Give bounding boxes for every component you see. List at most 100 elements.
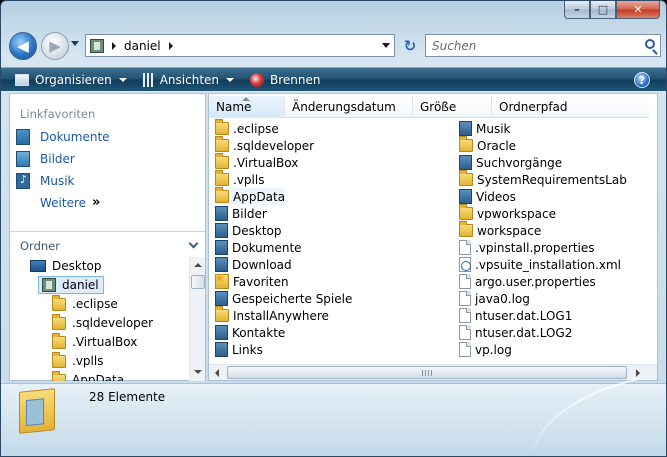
file-item[interactable]: .vpsuite_installation.xml bbox=[459, 256, 621, 273]
folder-icon bbox=[215, 187, 229, 203]
folder-icon bbox=[52, 294, 66, 311]
address-dropdown-icon[interactable] bbox=[382, 43, 390, 48]
burn-label: Brennen bbox=[270, 72, 321, 87]
folder-icon bbox=[459, 136, 473, 152]
file-item[interactable]: Dokumente bbox=[215, 239, 302, 256]
folders-header[interactable]: Ordner bbox=[10, 231, 205, 257]
favorite-link-pictures[interactable]: Bilder bbox=[16, 151, 75, 167]
file-item[interactable]: InstallAnywhere bbox=[215, 306, 329, 324]
file-item[interactable]: .vpinstall.properties bbox=[459, 239, 595, 256]
file-item[interactable]: .VirtualBox bbox=[215, 153, 298, 171]
column-header-name[interactable]: Name bbox=[209, 96, 285, 118]
forward-button[interactable]: ▶ bbox=[41, 32, 69, 60]
file-item[interactable]: Bilder bbox=[215, 205, 267, 222]
scrollbar-thumb[interactable] bbox=[227, 366, 627, 379]
folder-icon bbox=[52, 370, 66, 381]
documents-icon bbox=[16, 129, 30, 145]
file-name: Favoriten bbox=[233, 274, 289, 289]
close-button[interactable]: ✕ bbox=[616, 1, 660, 19]
file-item[interactable]: Videos bbox=[459, 188, 516, 205]
file-item[interactable]: .eclipse bbox=[215, 119, 279, 137]
search-box[interactable] bbox=[425, 34, 661, 57]
tree-item-sqldeveloper[interactable]: .sqldeveloper bbox=[52, 313, 153, 330]
tree-item-label: Desktop bbox=[52, 259, 102, 273]
scroll-up-icon[interactable] bbox=[191, 259, 205, 273]
folder-preview-icon bbox=[19, 388, 55, 434]
search-input[interactable] bbox=[432, 38, 632, 53]
tree-item-daniel[interactable]: daniel bbox=[38, 276, 104, 294]
file-item[interactable]: ntuser.dat.LOG2 bbox=[459, 324, 572, 341]
more-favorites-link[interactable]: Weitere » bbox=[40, 195, 100, 210]
tree-scrollbar[interactable] bbox=[189, 257, 205, 381]
file-item[interactable]: AppData bbox=[215, 187, 286, 205]
back-button[interactable]: ◀ bbox=[9, 32, 37, 60]
tree-item-appdata[interactable]: AppData bbox=[52, 370, 125, 381]
horizontal-scrollbar[interactable] bbox=[209, 364, 657, 380]
column-header-date[interactable]: Änderungsdatum bbox=[285, 96, 413, 118]
breadcrumb-daniel[interactable]: daniel bbox=[124, 39, 161, 53]
file-name: ntuser.dat.LOG2 bbox=[475, 325, 573, 340]
tree-item-label: AppData bbox=[72, 373, 125, 381]
library-icon bbox=[215, 325, 228, 340]
file-item[interactable]: Musik bbox=[459, 120, 511, 137]
file-name: argo.user.properties bbox=[475, 274, 596, 289]
burn-button[interactable]: Brennen bbox=[250, 68, 321, 92]
chevron-down-icon[interactable] bbox=[188, 238, 199, 249]
tree-item-desktop[interactable]: Desktop bbox=[30, 259, 102, 273]
favorite-label: Dokumente bbox=[40, 130, 110, 144]
file-item[interactable]: java0.log bbox=[459, 290, 530, 307]
tree-item-vplls[interactable]: .vplls bbox=[52, 351, 103, 368]
scroll-left-icon[interactable] bbox=[211, 366, 225, 380]
file-item[interactable]: Links bbox=[215, 341, 263, 358]
address-row: ◀ ▶ daniel ↻ bbox=[9, 29, 661, 63]
file-item[interactable]: ntuser.dat.LOG1 bbox=[459, 307, 572, 324]
file-item[interactable]: Gespeicherte Spiele bbox=[215, 290, 352, 307]
file-name: SystemRequirementsLab bbox=[477, 172, 627, 187]
file-item[interactable]: Oracle bbox=[459, 136, 516, 154]
file-item[interactable]: vpworkspace bbox=[459, 204, 556, 222]
tree-item-eclipse[interactable]: .eclipse bbox=[52, 294, 118, 311]
file-name: Kontakte bbox=[232, 325, 286, 340]
file-name: .vpsuite_installation.xml bbox=[475, 257, 622, 272]
file-name: .sqldeveloper bbox=[233, 138, 315, 153]
search-icon[interactable] bbox=[645, 39, 655, 49]
file-name: vpworkspace bbox=[477, 206, 556, 221]
file-item[interactable]: Kontakte bbox=[215, 324, 285, 341]
favorite-link-music[interactable]: Musik bbox=[16, 173, 75, 189]
library-icon bbox=[215, 342, 228, 357]
library-icon bbox=[215, 223, 228, 238]
maximize-button[interactable]: □ bbox=[590, 1, 616, 19]
column-header-path[interactable]: Ordnerpfad bbox=[492, 96, 649, 118]
organize-button[interactable]: Organisieren bbox=[15, 68, 127, 92]
help-button[interactable]: ? bbox=[634, 72, 650, 88]
folder-icon bbox=[215, 153, 229, 169]
breadcrumb-arrow-icon[interactable] bbox=[112, 41, 116, 50]
file-item[interactable]: argo.user.properties bbox=[459, 273, 596, 290]
disc-icon bbox=[250, 72, 265, 87]
file-name: java0.log bbox=[475, 291, 530, 306]
tree-item-label: .VirtualBox bbox=[72, 335, 138, 349]
file-item[interactable]: Download bbox=[215, 256, 292, 273]
address-bar[interactable]: daniel bbox=[85, 34, 395, 57]
file-item[interactable]: Favoriten bbox=[214, 271, 289, 290]
recent-pages-dropdown-icon[interactable] bbox=[71, 41, 79, 46]
file-item[interactable]: Suchvorgänge bbox=[459, 154, 562, 171]
refresh-button[interactable]: ↻ bbox=[401, 37, 419, 55]
file-item[interactable]: workspace bbox=[459, 221, 541, 239]
file-item[interactable]: .vplls bbox=[215, 170, 264, 188]
scroll-down-icon[interactable] bbox=[191, 365, 205, 379]
scrollbar-thumb[interactable] bbox=[191, 275, 205, 289]
file-list-pane: Name Änderungsdatum Größe Ordnerpfad .ec… bbox=[208, 93, 658, 381]
tree-item-virtualbox[interactable]: .VirtualBox bbox=[52, 332, 138, 349]
views-button[interactable]: Ansichten bbox=[142, 68, 235, 92]
file-item[interactable]: SystemRequirementsLab bbox=[459, 170, 627, 188]
favorite-label: Bilder bbox=[40, 152, 75, 166]
double-chevron-icon: » bbox=[92, 195, 101, 210]
file-item[interactable]: vp.log bbox=[459, 341, 512, 358]
minimize-button[interactable]: – bbox=[564, 1, 590, 19]
breadcrumb-arrow-icon[interactable] bbox=[168, 41, 173, 50]
favorite-link-documents[interactable]: Dokumente bbox=[16, 129, 110, 145]
column-header-size[interactable]: Größe bbox=[413, 96, 492, 118]
file-item[interactable]: Desktop bbox=[215, 222, 282, 239]
file-item[interactable]: .sqldeveloper bbox=[215, 136, 315, 154]
